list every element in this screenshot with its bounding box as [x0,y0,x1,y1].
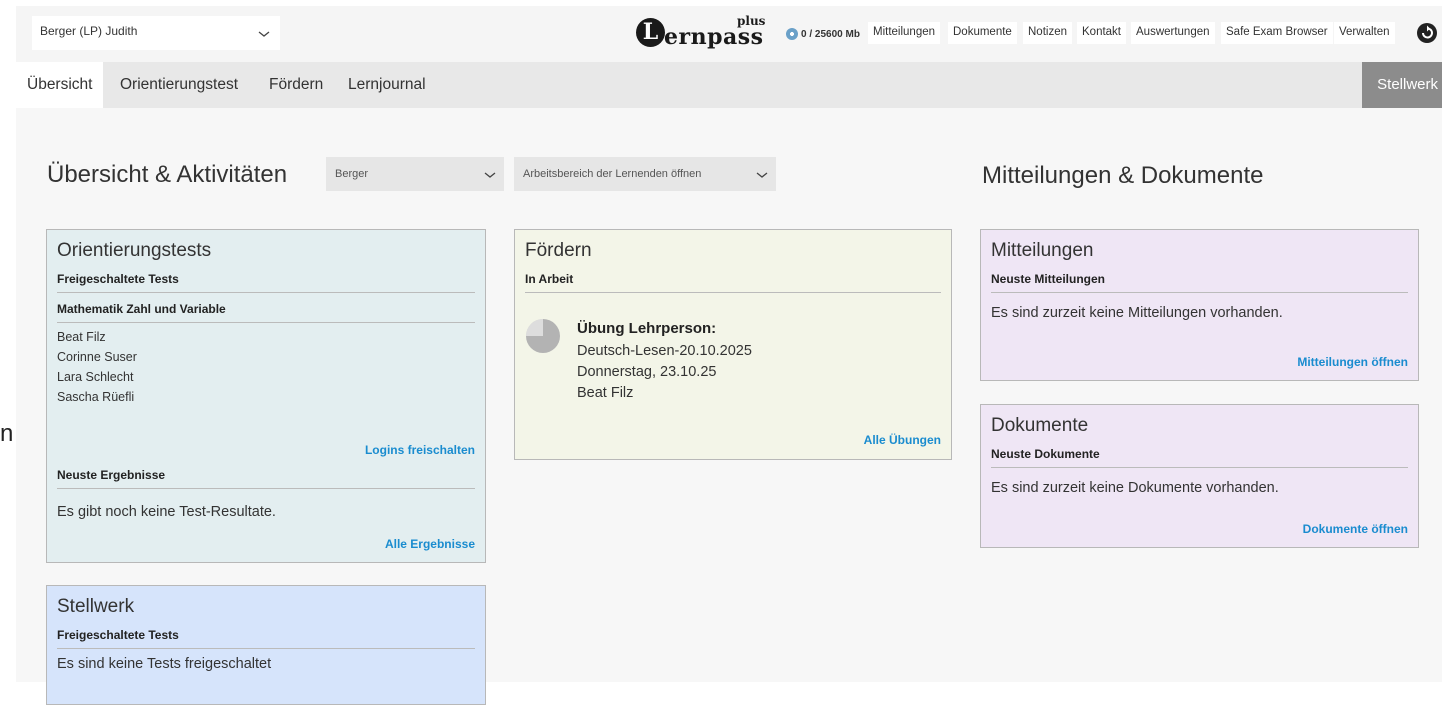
dokumente-title: Dokumente [991,415,1089,436]
teacher-select-value: Berger [335,168,369,180]
teacher-select[interactable]: Berger [326,157,504,191]
results-heading: Neuste Ergebnisse [57,468,475,489]
alle-ergebnisse-link[interactable]: Alle Ergebnisse [385,537,475,551]
storage-text: 0 / 25600 Mb [801,28,860,40]
menu-mitteilungen[interactable]: Mitteilungen [868,22,941,44]
menu-dokumente[interactable]: Dokumente [948,22,1017,44]
tab-orientierungstest[interactable]: Orientierungstest [120,62,238,108]
newest-documents-heading: Neuste Dokumente [991,447,1408,468]
workspace-select[interactable]: Arbeitsbereich der Lernenden öffnen [514,157,776,191]
workspace-select-value: Arbeitsbereich der Lernenden öffnen [523,168,702,180]
menu-kontakt[interactable]: Kontakt [1077,22,1126,44]
student-row: Sascha Rüefli [57,390,135,404]
mitteilungen-panel: Mitteilungen Neuste Mitteilungen Es sind… [980,229,1419,381]
storage-disc-icon [786,28,798,40]
orientierungstests-title: Orientierungstests [57,240,212,261]
subject-heading: Mathematik Zahl und Variable [57,302,475,323]
alle-uebungen-link[interactable]: Alle Übungen [864,433,941,447]
released-tests-heading: Freigeschaltete Tests [57,272,475,293]
tab-lernjournal[interactable]: Lernjournal [348,62,426,108]
chevron-down-icon [258,31,270,37]
menu-safe-exam-browser[interactable]: Safe Exam Browser [1221,22,1333,44]
overview-title: Übersicht & Aktivitäten [47,161,288,188]
results-empty-text: Es gibt noch keine Test-Resultate. [57,504,276,520]
stellwerk-title: Stellwerk [57,596,135,617]
stellwerk-released-heading: Freigeschaltete Tests [57,628,475,649]
exercise-student: Beat Filz [577,385,634,401]
exercise-date: Donnerstag, 23.10.25 [577,364,717,380]
logo-mark: L [636,18,665,47]
dokumente-oeffnen-link[interactable]: Dokumente öffnen [1303,522,1408,536]
storage-indicator: 0 / 25600 Mb [786,28,860,40]
tab-uebersicht[interactable]: Übersicht [16,62,104,108]
main-content: Übersicht & Aktivitäten Berger Arbeitsbe… [16,108,1442,705]
chevron-down-icon [484,172,496,178]
foerdern-title: Fördern [525,240,592,261]
tab-stellwerk[interactable]: Stellwerk [1362,62,1442,108]
logins-freischalten-link[interactable]: Logins freischalten [365,443,475,457]
stray-text: n [0,420,14,447]
user-select[interactable]: Berger (LP) Judith [32,16,280,50]
top-bar: Berger (LP) Judith L ernpass plus 0 / 25… [16,6,1442,62]
chevron-down-icon [756,172,768,178]
main-tabs: Übersicht Orientierungstest Fördern Lern… [16,62,1442,108]
menu-verwalten[interactable]: Verwalten [1334,22,1395,44]
menu-notizen[interactable]: Notizen [1023,22,1072,44]
student-row: Lara Schlecht [57,370,134,384]
exercise-name: Deutsch-Lesen-20.10.2025 [577,343,752,359]
user-select-value: Berger (LP) Judith [40,24,138,38]
stellwerk-panel: Stellwerk Freigeschaltete Tests Es sind … [46,585,486,705]
documents-empty-text: Es sind zurzeit keine Dokumente vorhande… [991,480,1279,496]
student-row: Beat Filz [57,330,106,344]
orientierungstests-panel: Orientierungstests Freigeschaltete Tests… [46,229,486,563]
in-work-heading: In Arbeit [525,272,941,293]
progress-pie-icon [526,319,560,353]
logo-plus: plus [737,14,766,28]
dokumente-panel: Dokumente Neuste Dokumente Es sind zurze… [980,404,1419,548]
menu-auswertungen[interactable]: Auswertungen [1131,22,1215,44]
student-row: Corinne Suser [57,350,137,364]
newest-messages-heading: Neuste Mitteilungen [991,272,1408,293]
tab-foerdern[interactable]: Fördern [269,62,323,108]
logout-icon[interactable] [1416,22,1438,44]
foerdern-panel: Fördern In Arbeit Übung Lehrperson: Deut… [514,229,952,460]
stellwerk-empty-text: Es sind keine Tests freigeschaltet [57,656,272,672]
messages-empty-text: Es sind zurzeit keine Mitteilungen vorha… [991,305,1283,321]
messages-docs-title: Mitteilungen & Dokumente [982,162,1264,189]
exercise-title: Übung Lehrperson: [577,320,717,337]
exercise-item[interactable]: Übung Lehrperson: Deutsch-Lesen-20.10.20… [577,320,752,401]
mitteilungen-oeffnen-link[interactable]: Mitteilungen öffnen [1297,355,1408,369]
mitteilungen-title: Mitteilungen [991,240,1094,261]
